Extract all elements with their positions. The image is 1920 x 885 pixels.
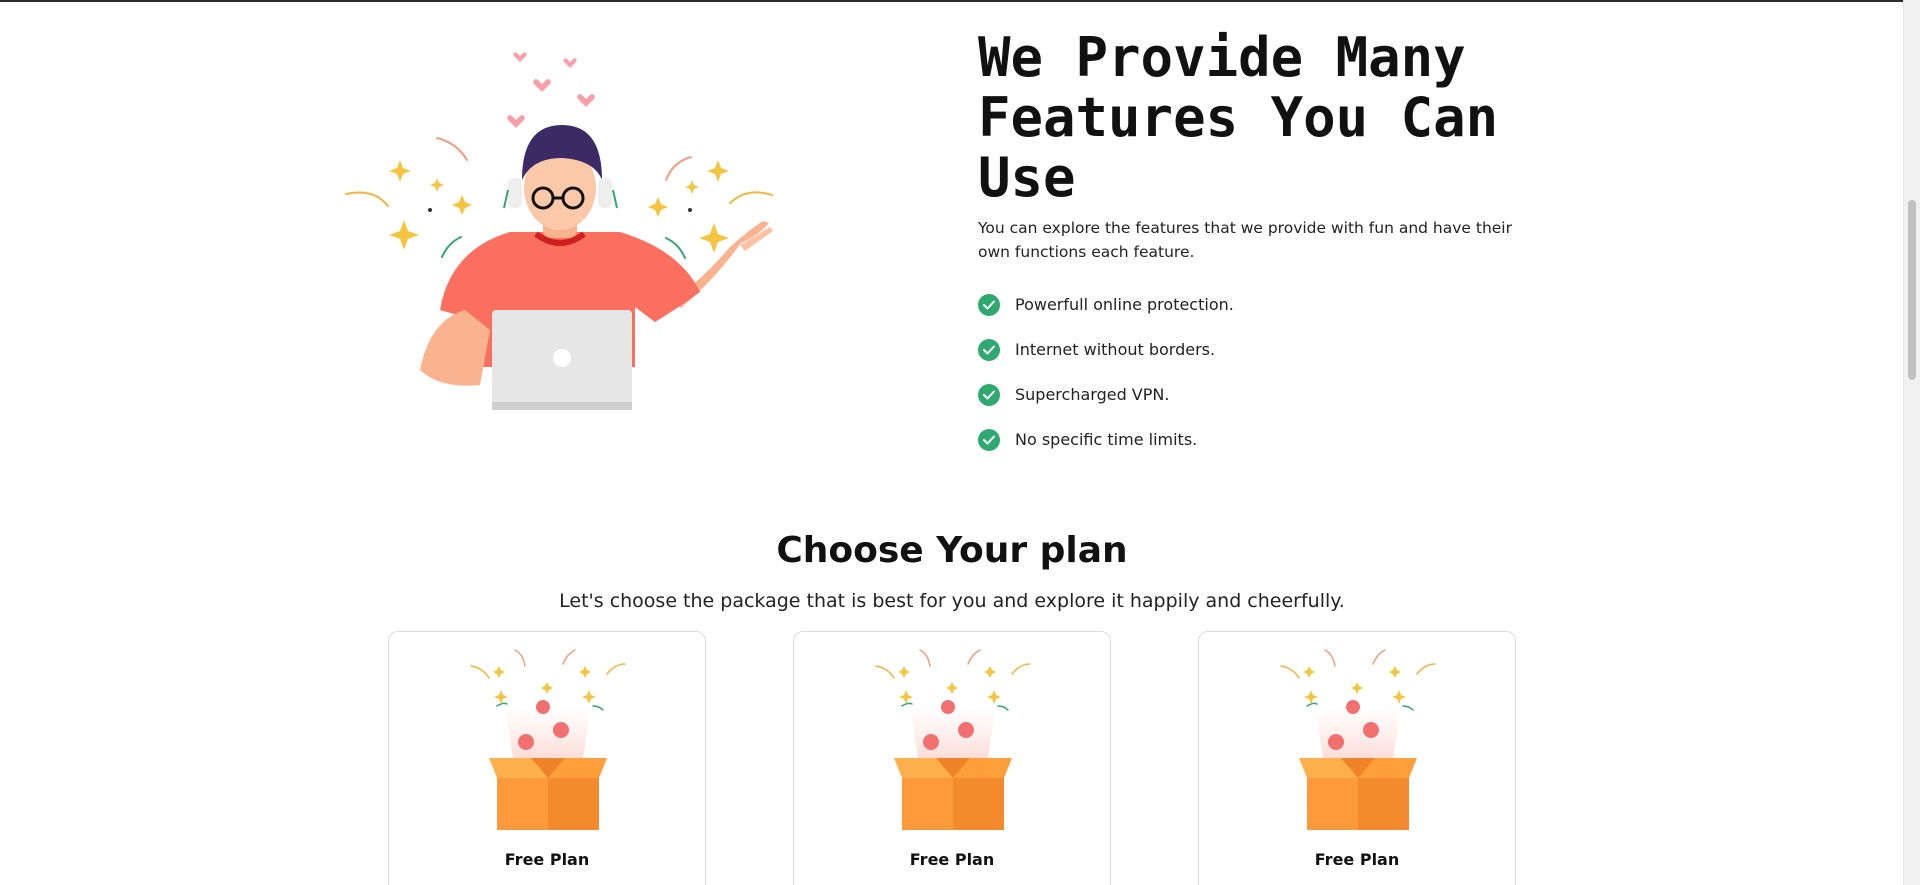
plan-name: Free Plan	[909, 850, 995, 869]
check-circle-icon	[978, 428, 1000, 451]
person-with-laptop-illustration	[345, 52, 773, 410]
list-item: Internet without borders.	[978, 327, 1578, 372]
scrollbar-thumb[interactable]	[1908, 200, 1916, 380]
feature-item-label: No specific time limits.	[1015, 430, 1198, 449]
check-circle-icon	[978, 383, 1000, 406]
features-title: We Provide Many Features You Can Use	[978, 26, 1499, 209]
page: We Provide Many Features You Can Use You…	[0, 0, 1904, 885]
list-item: Powerfull online protection.	[978, 282, 1578, 327]
list-item: No specific time limits.	[978, 417, 1578, 462]
gift-box-icon	[470, 649, 626, 830]
feature-item-label: Internet without borders.	[1015, 340, 1216, 359]
vertical-scrollbar[interactable]	[1903, 0, 1920, 885]
plans-subtitle: Let's choose the package that is best fo…	[559, 590, 1345, 612]
check-circle-icon	[978, 293, 1000, 316]
plan-card[interactable]: Free Plan	[1198, 631, 1516, 885]
list-item: Supercharged VPN.	[978, 372, 1578, 417]
plan-card[interactable]: Free Plan	[388, 631, 706, 885]
plans-title: Choose Your plan	[776, 530, 1128, 571]
check-circle-icon	[978, 338, 1000, 361]
feature-item-label: Supercharged VPN.	[1015, 385, 1170, 404]
gift-box-icon	[875, 649, 1031, 830]
feature-item-label: Powerfull online protection.	[1015, 295, 1234, 314]
features-section: We Provide Many Features You Can Use You…	[978, 28, 1578, 462]
plan-name: Free Plan	[504, 850, 590, 869]
plan-card[interactable]: Free Plan	[793, 631, 1111, 885]
plan-name: Free Plan	[1314, 850, 1400, 869]
gift-box-icon	[1280, 649, 1436, 830]
features-description: You can explore the features that we pro…	[978, 219, 1512, 261]
features-list: Powerfull online protection. Internet wi…	[978, 282, 1578, 462]
